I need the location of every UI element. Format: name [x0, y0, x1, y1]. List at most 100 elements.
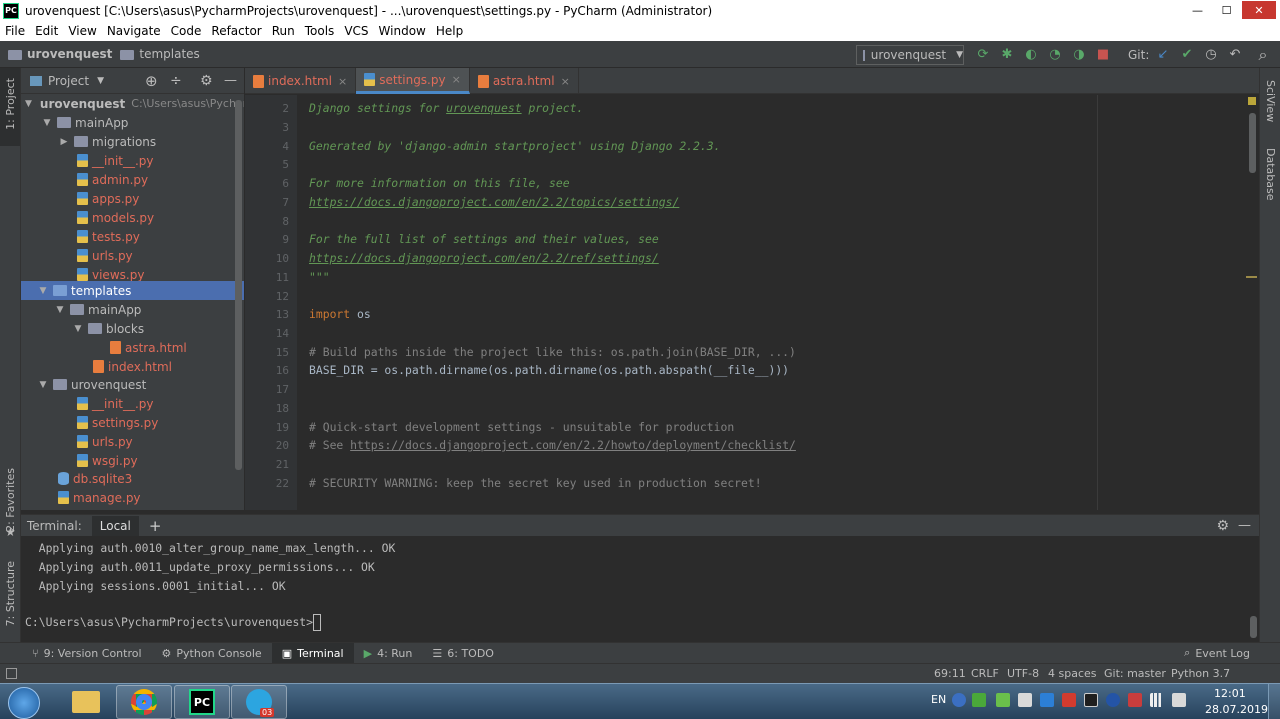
tray-app-icon[interactable]	[996, 693, 1010, 707]
tray-app-icon[interactable]	[1128, 693, 1142, 707]
tool-run[interactable]: ▶ 4: Run	[354, 643, 423, 664]
taskbar-chrome[interactable]	[116, 685, 172, 719]
rerun-icon[interactable]: ⟳	[975, 47, 991, 63]
tab-index-html[interactable]: index.html ×	[245, 68, 357, 94]
concurrency-icon[interactable]: ◑	[1071, 47, 1087, 63]
tree-item-file[interactable]: index.html	[21, 357, 244, 376]
tree-item-file[interactable]: settings.py	[21, 413, 244, 432]
status-interpreter[interactable]: Python 3.7	[1171, 667, 1230, 680]
show-desktop-button[interactable]	[1268, 684, 1280, 719]
tool-python-console[interactable]: ⚙ Python Console	[152, 643, 272, 664]
breadcrumb-project[interactable]: urovenquest	[8, 47, 112, 61]
status-git-branch[interactable]: Git: master	[1104, 667, 1166, 680]
tree-item-file[interactable]: urls.py	[21, 432, 244, 451]
tool-todo[interactable]: ☰ 6: TODO	[422, 643, 504, 664]
tray-app-icon[interactable]	[1084, 693, 1098, 707]
tree-item-mainapp[interactable]: ▼ mainApp	[21, 113, 244, 132]
terminal-scrollbar[interactable]	[1250, 616, 1257, 638]
tree-item-file[interactable]: db.sqlite3	[21, 469, 244, 488]
vcs-update-icon[interactable]: ↙	[1155, 47, 1171, 63]
menu-view[interactable]: View	[63, 24, 101, 38]
minimize-button[interactable]: —	[1184, 1, 1211, 19]
coverage-icon[interactable]: ◐	[1023, 47, 1039, 63]
menu-tools[interactable]: Tools	[300, 24, 340, 38]
tray-app-icon[interactable]	[1018, 693, 1032, 707]
breadcrumb-templates[interactable]: templates	[120, 47, 200, 61]
close-icon[interactable]: ×	[561, 75, 570, 88]
maximize-button[interactable]: ☐	[1213, 1, 1240, 19]
chevron-down-icon[interactable]: ▼	[41, 118, 53, 128]
tree-item-file[interactable]: astra.html	[21, 338, 244, 357]
taskbar-telegram[interactable]: 03	[231, 685, 287, 719]
menu-run[interactable]: Run	[267, 24, 300, 38]
project-panel-title[interactable]: Project	[48, 74, 89, 88]
stop-icon[interactable]: ■	[1095, 47, 1111, 63]
chevron-down-icon[interactable]: ▼	[54, 305, 66, 315]
terminal-tab-local[interactable]: Local	[91, 515, 139, 536]
project-tool-label[interactable]: 1: Project	[4, 78, 17, 130]
editor-scrollbar[interactable]	[1249, 113, 1256, 173]
help-icon[interactable]	[952, 693, 966, 707]
terminal-prompt-line[interactable]: C:\Users\asus\PycharmProjects\urovenques…	[25, 614, 322, 631]
tab-settings-py[interactable]: settings.py ×	[356, 68, 470, 94]
menu-navigate[interactable]: Navigate	[102, 24, 166, 38]
menu-edit[interactable]: Edit	[30, 24, 63, 38]
structure-tool-label[interactable]: 7: Structure	[4, 561, 17, 626]
debug-icon[interactable]: ✱	[999, 47, 1015, 63]
chevron-down-icon[interactable]: ▼	[37, 380, 49, 390]
collapse-all-icon[interactable]: ÷	[170, 73, 182, 89]
chevron-down-icon[interactable]: ▼	[25, 99, 32, 109]
error-stripe-marker[interactable]	[1246, 276, 1257, 278]
status-line-separator[interactable]: CRLF	[971, 667, 999, 680]
tray-app-icon[interactable]	[1062, 693, 1076, 707]
hide-panel-icon[interactable]: —	[1238, 518, 1251, 533]
start-button[interactable]	[8, 687, 40, 719]
taskbar-explorer[interactable]	[58, 685, 114, 719]
tray-app-icon[interactable]	[1040, 693, 1054, 707]
tree-item-templates[interactable]: ▼ templates	[21, 281, 244, 300]
chevron-right-icon[interactable]: ▶	[58, 137, 70, 147]
locate-icon[interactable]: ⊕	[145, 72, 158, 90]
gear-icon[interactable]: ⚙	[1216, 518, 1229, 534]
hide-panel-icon[interactable]: —	[224, 73, 237, 88]
project-scrollbar[interactable]	[235, 100, 242, 470]
menu-help[interactable]: Help	[431, 24, 468, 38]
menu-refactor[interactable]: Refactor	[206, 24, 266, 38]
tree-item-root[interactable]: ▼ urovenquest C:\Users\asus\Pycharm	[21, 94, 244, 113]
tree-item-file[interactable]: __init__.py	[21, 394, 244, 413]
taskbar-pycharm[interactable]: PC	[174, 685, 230, 719]
gear-icon[interactable]: ⚙	[200, 73, 213, 89]
code-link[interactable]: https://docs.djangoproject.com/en/2.2/re…	[309, 251, 659, 265]
status-encoding[interactable]: UTF-8	[1007, 667, 1039, 680]
database-tool-label[interactable]: Database	[1264, 148, 1277, 201]
tree-item-urovenquest-pkg[interactable]: ▼ urovenquest	[21, 375, 244, 394]
close-icon[interactable]: ×	[452, 73, 461, 86]
close-window-button[interactable]: ✕	[1242, 1, 1276, 19]
favorites-tool-label[interactable]: 2: Favorites	[4, 468, 17, 532]
tool-version-control[interactable]: ⑂ 9: Version Control	[22, 643, 152, 664]
tree-item-blocks[interactable]: ▼ blocks	[21, 319, 244, 338]
code-editor[interactable]: 2 3 4 5 6 7 8 9 10 11 12 13 14 15 16 17 …	[245, 95, 1259, 510]
tool-terminal[interactable]: ▣ Terminal	[271, 642, 354, 664]
search-icon[interactable]: ⌕	[1255, 47, 1271, 63]
chevron-down-icon[interactable]: ▼	[37, 286, 49, 296]
tree-item-file[interactable]: __init__.py	[21, 151, 244, 170]
tree-item-file[interactable]: manage.py	[21, 488, 244, 507]
volume-icon[interactable]	[1172, 693, 1186, 707]
tool-event-log[interactable]: ⌕ Event Log	[1174, 643, 1260, 664]
vcs-commit-icon[interactable]: ✔	[1179, 47, 1195, 63]
run-configuration-select[interactable]: urovenquest ▼	[856, 45, 964, 65]
chevron-down-icon[interactable]: ▼	[72, 324, 84, 334]
tree-item-mainapp-templates[interactable]: ▼ mainApp	[21, 300, 244, 319]
add-terminal-icon[interactable]: +	[149, 517, 162, 535]
tree-item-migrations[interactable]: ▶ migrations	[21, 132, 244, 151]
code-link[interactable]: https://docs.djangoproject.com/en/2.2/to…	[309, 195, 679, 209]
terminal-output[interactable]: Applying auth.0010_alter_group_name_max_…	[21, 536, 1259, 642]
close-icon[interactable]: ×	[338, 75, 347, 88]
signal-icon[interactable]	[1150, 693, 1164, 707]
tree-item-file[interactable]: wsgi.py	[21, 451, 244, 470]
code-link[interactable]: https://docs.djangoproject.com/en/2.2/ho…	[350, 438, 796, 452]
sciview-tool-label[interactable]: SciView	[1264, 80, 1277, 122]
tree-item-file[interactable]: tests.py	[21, 227, 244, 246]
tray-app-icon[interactable]	[972, 693, 986, 707]
